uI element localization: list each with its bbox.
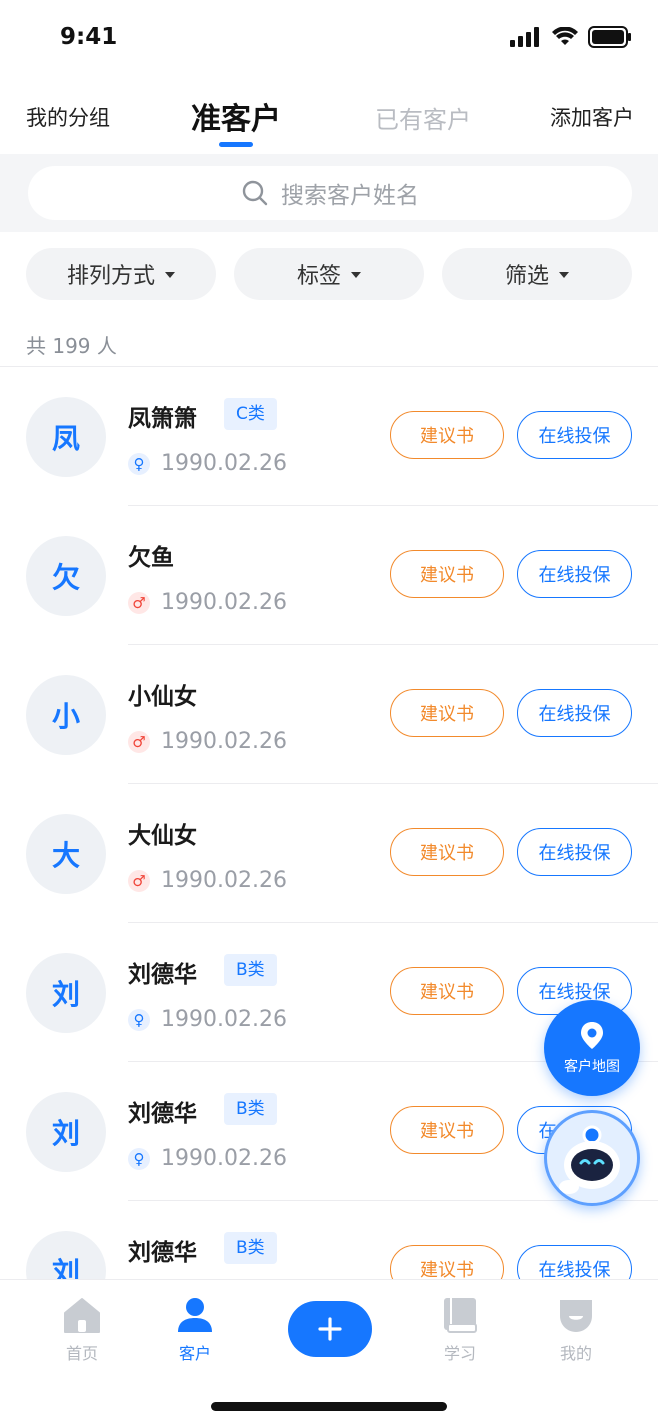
assistant-robot-button[interactable] xyxy=(544,1110,640,1206)
avatar: 小 xyxy=(26,675,106,755)
nav-home[interactable]: 首页 xyxy=(42,1296,122,1364)
male-icon: ♂ xyxy=(128,870,150,892)
nav-mine-label: 我的 xyxy=(559,1344,592,1363)
proposal-button[interactable]: 建议书 xyxy=(390,828,504,876)
list-item[interactable]: 刘 刘德华 B类 建议书 在线投保 xyxy=(0,1201,658,1279)
caret-down-icon xyxy=(559,272,569,278)
proposal-button[interactable]: 建议书 xyxy=(390,689,504,737)
category-badge: B类 xyxy=(224,954,277,986)
proposal-button[interactable]: 建议书 xyxy=(390,1245,504,1279)
list-item[interactable]: 凤 凤箫箫 C类 ♀ 1990.02.26 建议书 在线投保 xyxy=(0,367,658,506)
robot-icon xyxy=(559,1125,620,1194)
category-badge: B类 xyxy=(224,1093,277,1125)
male-icon: ♂ xyxy=(128,592,150,614)
search-input[interactable]: 搜索客户姓名 xyxy=(28,166,632,220)
filter-label: 筛选 xyxy=(504,264,549,289)
caret-down-icon xyxy=(351,272,361,278)
category-badge: B类 xyxy=(224,1232,277,1264)
nav-home-label: 首页 xyxy=(65,1344,98,1363)
home-icon xyxy=(64,1298,100,1333)
nav-customers[interactable]: 客户 xyxy=(155,1296,235,1364)
category-badge: C类 xyxy=(224,398,277,430)
customer-count: 共 199 人 xyxy=(26,334,117,358)
customer-name: 刘德华 xyxy=(128,1101,197,1127)
add-button[interactable] xyxy=(288,1301,372,1357)
tab-existing-customers[interactable]: 已有客户 xyxy=(375,100,471,135)
avatar: 欠 xyxy=(26,536,106,616)
top-nav: 我的分组 准客户 已有客户 添加客户 xyxy=(0,80,658,154)
nav-study[interactable]: 学习 xyxy=(420,1296,500,1364)
customer-name: 刘德华 xyxy=(128,1240,197,1266)
proposal-button[interactable]: 建议书 xyxy=(390,1106,504,1154)
tab-prospects[interactable]: 准客户 xyxy=(191,94,281,138)
wifi-icon xyxy=(552,27,578,45)
status-time: 9:41 xyxy=(60,24,118,50)
add-customer-button[interactable]: 添加客户 xyxy=(550,102,634,132)
battery-icon xyxy=(588,26,631,48)
customer-name: 凤箫箫 xyxy=(128,406,197,432)
status-icons xyxy=(510,26,632,48)
online-insure-button[interactable]: 在线投保 xyxy=(517,828,632,876)
map-pin-icon xyxy=(581,1022,603,1049)
avatar: 大 xyxy=(26,814,106,894)
male-icon: ♂ xyxy=(128,731,150,753)
female-icon: ♀ xyxy=(128,453,150,475)
nav-study-label: 学习 xyxy=(443,1344,476,1363)
sort-dropdown[interactable]: 排列方式 xyxy=(26,248,216,300)
avatar: 刘 xyxy=(26,953,106,1033)
profile-icon xyxy=(560,1300,592,1332)
sort-label: 排列方式 xyxy=(66,264,155,289)
birth-date: 1990.02.26 xyxy=(161,729,287,754)
customer-map-label: 客户地图 xyxy=(564,1059,620,1075)
customer-name: 欠鱼 xyxy=(128,545,174,571)
list-item[interactable]: 大 大仙女 ♂ 1990.02.26 建议书 在线投保 xyxy=(0,784,658,923)
active-tab-indicator xyxy=(219,142,253,147)
customer-name: 大仙女 xyxy=(128,823,197,849)
status-bar: 9:41 xyxy=(0,0,658,80)
birth-date: 1990.02.26 xyxy=(161,590,287,615)
avatar: 刘 xyxy=(26,1092,106,1172)
online-insure-button[interactable]: 在线投保 xyxy=(517,689,632,737)
filter-dropdown[interactable]: 筛选 xyxy=(442,248,632,300)
online-insure-button[interactable]: 在线投保 xyxy=(517,550,632,598)
tab-my-groups[interactable]: 我的分组 xyxy=(26,102,110,132)
caret-down-icon xyxy=(165,272,175,278)
user-icon xyxy=(178,1298,212,1332)
tags-label: 标签 xyxy=(296,264,341,289)
avatar: 刘 xyxy=(26,1231,106,1279)
birth-date: 1990.02.26 xyxy=(161,1146,287,1171)
online-insure-button[interactable]: 在线投保 xyxy=(517,411,632,459)
avatar: 凤 xyxy=(26,397,106,477)
book-icon xyxy=(444,1298,477,1333)
search-placeholder: 搜索客户姓名 xyxy=(281,183,419,209)
filter-bar: 排列方式 标签 筛选 xyxy=(0,248,658,300)
birth-date: 1990.02.26 xyxy=(161,868,287,893)
signal-icon xyxy=(510,27,539,47)
search-area: 搜索客户姓名 xyxy=(0,154,658,232)
female-icon: ♀ xyxy=(128,1148,150,1170)
customer-name: 刘德华 xyxy=(128,962,197,988)
online-insure-button[interactable]: 在线投保 xyxy=(517,1245,632,1279)
nav-customers-label: 客户 xyxy=(178,1344,211,1363)
plus-icon xyxy=(318,1317,342,1341)
list-item[interactable]: 小 小仙女 ♂ 1990.02.26 建议书 在线投保 xyxy=(0,645,658,784)
customer-name: 小仙女 xyxy=(128,684,197,710)
customer-map-button[interactable]: 客户地图 xyxy=(544,1000,640,1096)
tags-dropdown[interactable]: 标签 xyxy=(234,248,424,300)
proposal-button[interactable]: 建议书 xyxy=(390,411,504,459)
proposal-button[interactable]: 建议书 xyxy=(390,550,504,598)
search-icon xyxy=(242,180,268,206)
birth-date: 1990.02.26 xyxy=(161,451,287,476)
home-indicator xyxy=(211,1402,447,1411)
proposal-button[interactable]: 建议书 xyxy=(390,967,504,1015)
birth-date: 1990.02.26 xyxy=(161,1007,287,1032)
list-item[interactable]: 欠 欠鱼 ♂ 1990.02.26 建议书 在线投保 xyxy=(0,506,658,645)
female-icon: ♀ xyxy=(128,1009,150,1031)
nav-mine[interactable]: 我的 xyxy=(536,1296,616,1364)
